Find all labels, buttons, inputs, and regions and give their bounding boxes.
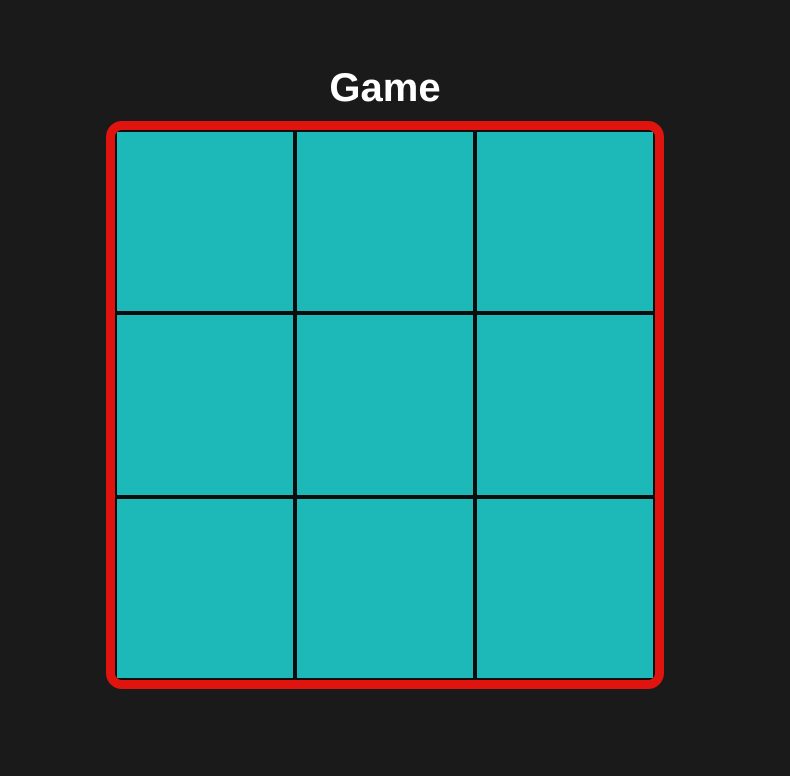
board-cell-5[interactable]: [297, 315, 473, 495]
board-cell-9[interactable]: [477, 498, 653, 678]
board-cell-6[interactable]: [477, 315, 653, 495]
board-cell-3[interactable]: [477, 132, 653, 312]
board-cell-1[interactable]: [117, 132, 293, 312]
board-cell-4[interactable]: [117, 315, 293, 495]
game-board: [106, 121, 664, 689]
board-cell-8[interactable]: [297, 498, 473, 678]
board-cell-2[interactable]: [297, 132, 473, 312]
game-title: Game: [329, 66, 441, 110]
board-cell-7[interactable]: [117, 498, 293, 678]
